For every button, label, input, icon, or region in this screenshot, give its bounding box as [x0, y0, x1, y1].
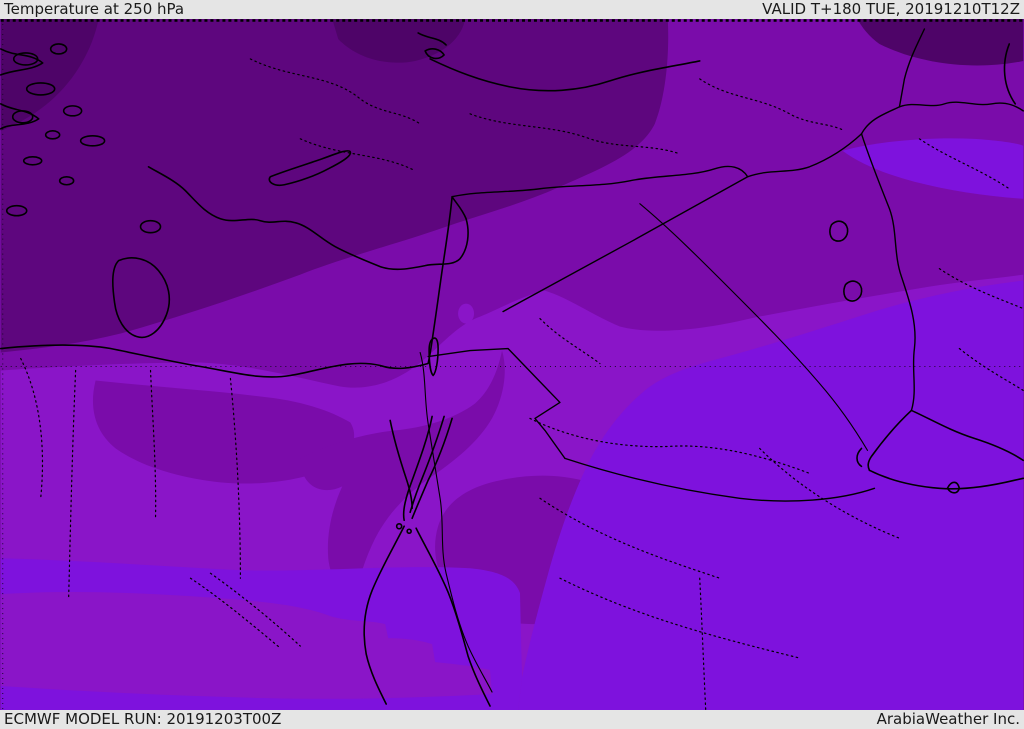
- map-title: Temperature at 250 hPa: [4, 0, 185, 18]
- weather-map-app: Temperature at 250 hPa VALID T+180 TUE, …: [0, 0, 1024, 729]
- band-bright-galilee-spot: [458, 303, 475, 324]
- provider-label: ArabiaWeather Inc.: [876, 710, 1020, 728]
- temperature-map: [0, 19, 1024, 710]
- map-header: Temperature at 250 hPa VALID T+180 TUE, …: [0, 0, 1024, 19]
- map-validity: VALID T+180 TUE, 20191210T12Z: [762, 0, 1020, 18]
- map-canvas: [0, 19, 1024, 710]
- map-footer: ECMWF MODEL RUN: 20191203T00Z ArabiaWeat…: [0, 710, 1024, 729]
- model-run-label: ECMWF MODEL RUN: 20191203T00Z: [4, 710, 282, 728]
